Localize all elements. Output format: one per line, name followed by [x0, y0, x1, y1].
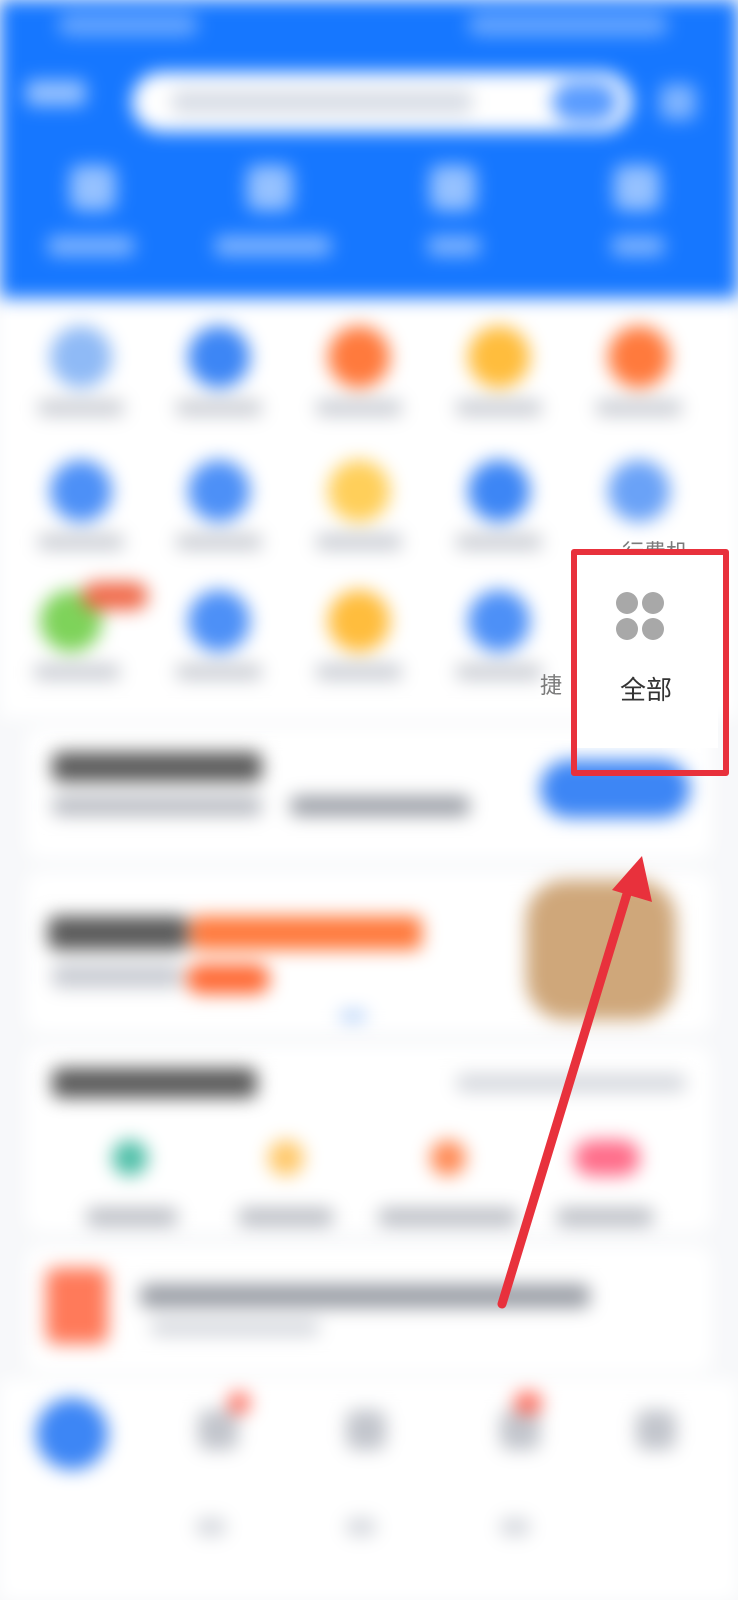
baidu-jingyan-watermark: Baidu经验 jingyan.baidu.com — [560, 1519, 711, 1568]
red-arrow-icon — [497, 856, 652, 1309]
